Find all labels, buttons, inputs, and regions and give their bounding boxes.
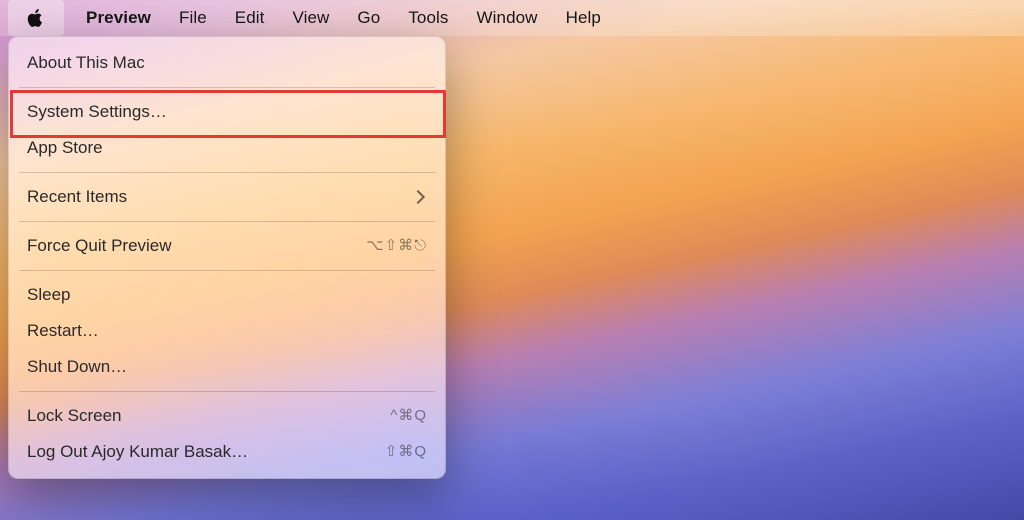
menu-item-restart[interactable]: Restart… [9,313,445,349]
apple-icon [26,8,46,28]
menubar-item-file[interactable]: File [165,0,221,36]
menu-separator [19,172,435,173]
menubar-item-tools[interactable]: Tools [394,0,462,36]
menu-item-label: Lock Screen [27,404,122,428]
menu-item-label: Recent Items [27,185,127,209]
apple-menu-dropdown: About This Mac System Settings… App Stor… [8,36,446,479]
keyboard-shortcut-label: ⌥⇧⌘⎋ [366,234,427,258]
menu-separator [19,270,435,271]
menu-item-sleep[interactable]: Sleep [9,277,445,313]
menu-separator [19,221,435,222]
menubar-app-name[interactable]: Preview [72,0,165,36]
apple-menu-button[interactable] [8,0,64,36]
menu-separator [19,391,435,392]
menu-item-log-out[interactable]: Log Out Ajoy Kumar Basak… ⇧⌘Q [9,434,445,470]
menu-item-label: Log Out Ajoy Kumar Basak… [27,440,248,464]
menu-item-label: App Store [27,136,103,160]
menu-item-label: Restart… [27,319,99,343]
menu-item-system-settings[interactable]: System Settings… [9,94,445,130]
menu-item-about-this-mac[interactable]: About This Mac [9,45,445,81]
menubar-item-window[interactable]: Window [463,0,552,36]
menubar-item-view[interactable]: View [278,0,343,36]
menubar-item-help[interactable]: Help [552,0,615,36]
submenu-chevron [413,192,427,202]
menu-item-shutdown[interactable]: Shut Down… [9,349,445,385]
menu-item-label: About This Mac [27,51,145,75]
menu-item-label: Shut Down… [27,355,127,379]
chevron-right-icon [411,190,425,204]
menubar: Preview File Edit View Go Tools Window H… [0,0,1024,36]
keyboard-shortcut-label: ⇧⌘Q [385,440,427,464]
menubar-item-edit[interactable]: Edit [221,0,279,36]
menu-item-label: Sleep [27,283,70,307]
keyboard-shortcut-label: ^⌘Q [390,404,427,428]
menu-item-lock-screen[interactable]: Lock Screen ^⌘Q [9,398,445,434]
menu-item-label: System Settings… [27,100,167,124]
menu-item-force-quit[interactable]: Force Quit Preview ⌥⇧⌘⎋ [9,228,445,264]
menu-separator [19,87,435,88]
menu-item-recent-items[interactable]: Recent Items [9,179,445,215]
menu-item-label: Force Quit Preview [27,234,172,258]
menu-item-app-store[interactable]: App Store [9,130,445,166]
menubar-item-go[interactable]: Go [343,0,394,36]
